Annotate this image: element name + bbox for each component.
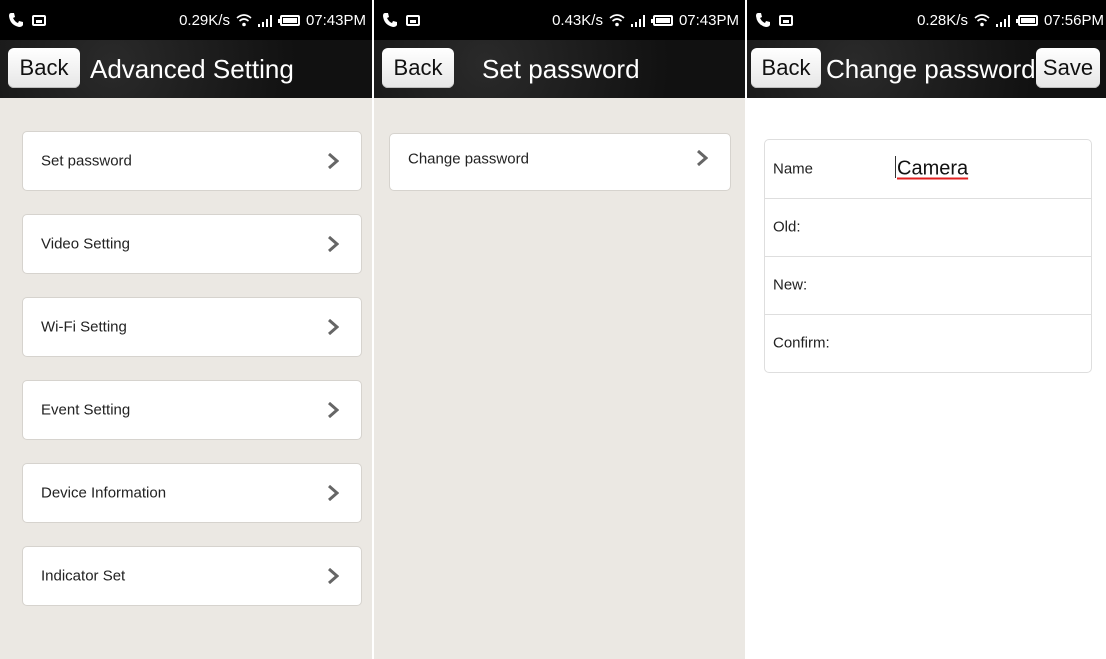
network-speed: 0.28K/s <box>917 12 968 29</box>
new-password-label: New: <box>773 276 808 294</box>
menu-item-indicator-set[interactable]: Indicator Set <box>22 546 362 606</box>
chevron-right-icon <box>328 153 339 169</box>
network-speed: 0.29K/s <box>179 12 230 29</box>
confirm-password-row: Confirm: <box>765 314 1091 372</box>
status-bar: 0.29K/s 07:43PM <box>0 0 372 40</box>
title-bar: Back Set password <box>374 40 745 98</box>
chevron-right-icon <box>328 236 339 252</box>
change-password-screen: 0.28K/s 07:56PM Back Change password Sav… <box>747 0 1106 659</box>
battery-icon <box>1015 15 1038 26</box>
new-password-input[interactable] <box>895 264 1083 306</box>
image-notification-icon <box>779 14 793 26</box>
new-password-row: New: <box>765 256 1091 315</box>
name-row: Name Camera <box>765 140 1091 199</box>
title-bar: Back Advanced Setting <box>0 40 372 98</box>
menu-item-label: Event Setting <box>41 401 131 419</box>
menu-item-wifi-setting[interactable]: Wi-Fi Setting <box>22 297 362 357</box>
network-speed: 0.43K/s <box>552 12 603 29</box>
wifi-icon <box>974 14 990 27</box>
old-password-label: Old: <box>773 218 801 236</box>
title-bar: Back Change password Save <box>747 40 1106 98</box>
name-label: Name <box>773 160 814 178</box>
back-button[interactable]: Back <box>8 48 80 88</box>
menu-item-label: Video Setting <box>41 235 130 253</box>
menu-item-set-password[interactable]: Set password <box>22 131 362 191</box>
status-bar: 0.28K/s 07:56PM <box>747 0 1106 40</box>
phone-call-icon <box>383 13 397 27</box>
menu-item-video-setting[interactable]: Video Setting <box>22 214 362 274</box>
page-title: Set password <box>482 54 640 84</box>
battery-icon <box>650 15 673 26</box>
menu-item-label: Indicator Set <box>41 567 126 585</box>
old-password-input[interactable] <box>895 206 1083 248</box>
save-button[interactable]: Save <box>1036 48 1100 88</box>
advanced-setting-screen: 0.29K/s 07:43PM Back Advanced Setting Se… <box>0 0 372 659</box>
page-title: Advanced Setting <box>90 54 294 84</box>
name-field[interactable]: Camera <box>897 158 968 181</box>
signal-icon <box>995 15 1010 27</box>
menu-item-event-setting[interactable]: Event Setting <box>22 380 362 440</box>
page-title: Change password <box>826 54 1036 84</box>
menu-item-label: Change password <box>408 150 529 168</box>
menu-item-change-password[interactable]: Change password <box>389 133 731 191</box>
menu-item-device-information[interactable]: Device Information <box>22 463 362 523</box>
wifi-icon <box>609 14 625 27</box>
chevron-right-icon <box>697 149 708 166</box>
menu-item-label: Device Information <box>41 484 167 502</box>
confirm-password-label: Confirm: <box>773 334 830 352</box>
confirm-password-input[interactable] <box>895 322 1083 364</box>
signal-icon <box>257 15 272 27</box>
chevron-right-icon <box>328 485 339 501</box>
set-password-screen: 0.43K/s 07:43PM Back Set password Change… <box>374 0 745 659</box>
phone-call-icon <box>9 13 23 27</box>
old-password-row: Old: <box>765 198 1091 257</box>
status-time: 07:56PM <box>1043 12 1104 29</box>
signal-icon <box>630 15 645 27</box>
chevron-right-icon <box>328 402 339 418</box>
password-form: Name Camera Old: New: Confirm: <box>764 139 1092 373</box>
status-time: 07:43PM <box>678 12 739 29</box>
phone-call-icon <box>756 13 770 27</box>
chevron-right-icon <box>328 319 339 335</box>
image-notification-icon <box>32 14 46 26</box>
menu-item-label: Wi-Fi Setting <box>41 318 127 336</box>
menu-item-label: Set password <box>41 152 132 170</box>
status-bar: 0.43K/s 07:43PM <box>374 0 745 40</box>
back-button[interactable]: Back <box>751 48 821 88</box>
back-button[interactable]: Back <box>382 48 454 88</box>
image-notification-icon <box>406 14 420 26</box>
text-caret <box>895 156 896 178</box>
chevron-right-icon <box>328 568 339 584</box>
wifi-icon <box>236 14 252 27</box>
status-time: 07:43PM <box>305 12 366 29</box>
battery-icon <box>277 15 300 26</box>
